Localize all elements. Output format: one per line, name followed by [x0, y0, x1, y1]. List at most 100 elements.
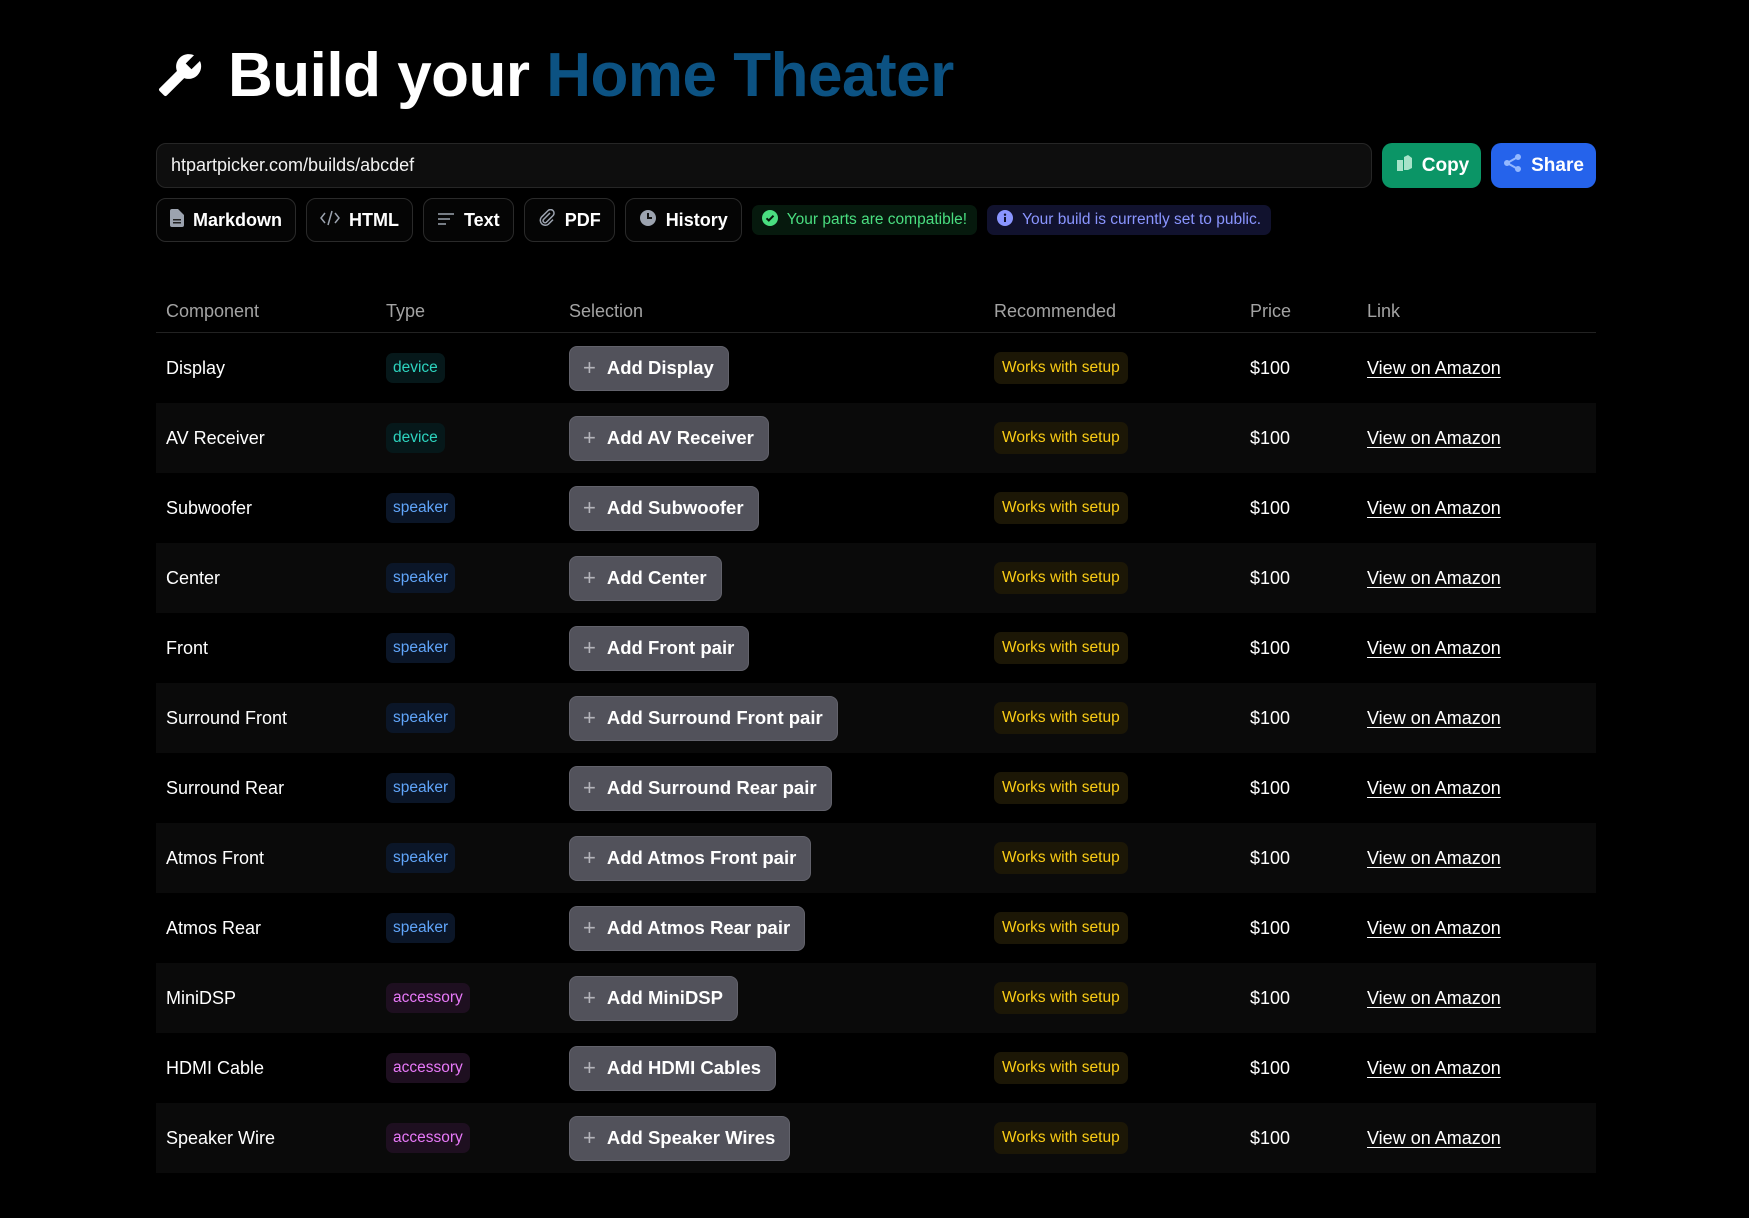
page-header: Build your Home Theater — [156, 38, 954, 112]
export-text-button[interactable]: Text — [423, 198, 514, 242]
amazon-link[interactable]: View on Amazon — [1367, 708, 1501, 728]
amazon-link[interactable]: View on Amazon — [1367, 1058, 1501, 1078]
amazon-link[interactable]: View on Amazon — [1367, 778, 1501, 798]
amazon-link[interactable]: View on Amazon — [1367, 848, 1501, 868]
table-row: Front speaker + Add Front pair Works with… — [156, 613, 1596, 683]
add-part-label: Add Front pair — [606, 637, 735, 658]
price: $100 — [1250, 357, 1291, 378]
add-part-button[interactable]: + Add Surround Rear pair — [569, 765, 832, 811]
plus-icon: + — [583, 985, 596, 1010]
component-name: Center — [166, 567, 221, 588]
price: $100 — [1250, 987, 1291, 1008]
export-pdf-button[interactable]: PDF — [523, 198, 615, 242]
amazon-link[interactable]: View on Amazon — [1367, 1128, 1501, 1148]
add-part-button[interactable]: + Add HDMI Cables — [569, 1045, 777, 1091]
type-badge: speaker — [386, 563, 456, 593]
amazon-link[interactable]: View on Amazon — [1367, 358, 1501, 378]
add-part-button[interactable]: + Add MiniDSP — [569, 975, 738, 1021]
table-row: Surround Front speaker + Add Surround Fro… — [156, 683, 1596, 753]
component-name: AV Receiver — [166, 427, 265, 448]
type-cell: accessory — [386, 1053, 569, 1083]
table-row: Surround Rear speaker + Add Surround Rear… — [156, 753, 1596, 823]
type-cell: speaker — [386, 703, 569, 733]
export-markdown-button[interactable]: Markdown — [156, 198, 297, 242]
add-part-button[interactable]: + Add Speaker Wires — [569, 1115, 791, 1161]
amazon-link[interactable]: View on Amazon — [1367, 918, 1501, 938]
type-cell: accessory — [386, 983, 569, 1013]
link-cell: View on Amazon — [1367, 428, 1596, 449]
type-badge: accessory — [386, 1123, 470, 1153]
table-row: MiniDSP accessory + Add MiniDSP Works wit… — [156, 963, 1596, 1033]
add-part-button[interactable]: + Add Subwoofer — [569, 485, 759, 531]
add-part-label: Add Display — [606, 357, 714, 378]
selection-cell: + Add Display — [569, 345, 994, 391]
amazon-link[interactable]: View on Amazon — [1367, 498, 1501, 518]
plus-icon: + — [583, 775, 596, 800]
export-html-button[interactable]: HTML — [306, 198, 413, 242]
add-part-button[interactable]: + Add Front pair — [569, 625, 750, 671]
plus-icon: + — [583, 1125, 596, 1150]
plus-icon: + — [583, 495, 596, 520]
amazon-link[interactable]: View on Amazon — [1367, 988, 1501, 1008]
recommended-cell: Works with setup — [994, 702, 1250, 734]
type-cell: speaker — [386, 493, 569, 523]
history-button[interactable]: History — [624, 198, 742, 242]
add-part-label: Add HDMI Cables — [606, 1057, 762, 1078]
share-url-row: Copy Share — [156, 143, 1596, 188]
build-url-input[interactable] — [156, 143, 1372, 188]
recommended-badge: Works with setup — [994, 982, 1128, 1014]
recommended-badge: Works with setup — [994, 842, 1128, 874]
add-part-label: Add Speaker Wires — [606, 1127, 776, 1148]
copy-button[interactable]: Copy — [1382, 143, 1481, 188]
recommended-cell: Works with setup — [994, 1122, 1250, 1154]
header-price: Price — [1250, 300, 1292, 321]
type-cell: accessory — [386, 1123, 569, 1153]
add-part-button[interactable]: + Add Display — [569, 345, 729, 391]
add-part-label: Add Atmos Rear pair — [606, 917, 791, 938]
component-name: Display — [166, 357, 226, 378]
clock-icon — [639, 209, 657, 232]
copy-icon — [1394, 153, 1414, 179]
table-row: HDMI Cable accessory + Add HDMI Cables Wo… — [156, 1033, 1596, 1103]
type-badge: speaker — [386, 843, 456, 873]
table-row: AV Receiver device + Add AV Receiver Work… — [156, 403, 1596, 473]
add-part-button[interactable]: + Add Center — [569, 555, 722, 601]
recommended-badge: Works with setup — [994, 422, 1128, 454]
add-part-button[interactable]: + Add AV Receiver — [569, 415, 769, 461]
header-recommended: Recommended — [994, 300, 1117, 321]
type-cell: speaker — [386, 633, 569, 663]
type-cell: speaker — [386, 563, 569, 593]
recommended-cell: Works with setup — [994, 1052, 1250, 1084]
add-part-button[interactable]: + Add Surround Front pair — [569, 695, 838, 741]
add-part-button[interactable]: + Add Atmos Front pair — [569, 835, 812, 881]
add-part-button[interactable]: + Add Atmos Rear pair — [569, 905, 806, 951]
export-toolbar: Markdown HTML Text PDF History Your part… — [156, 198, 1272, 242]
type-cell: speaker — [386, 843, 569, 873]
selection-cell: + Add MiniDSP — [569, 975, 994, 1021]
share-icon — [1503, 153, 1523, 179]
component-name: HDMI Cable — [166, 1057, 265, 1078]
recommended-badge: Works with setup — [994, 1052, 1128, 1084]
table-row: Subwoofer speaker + Add Subwoofer Works w… — [156, 473, 1596, 543]
amazon-link[interactable]: View on Amazon — [1367, 638, 1501, 658]
price: $100 — [1250, 847, 1291, 868]
selection-cell: + Add Atmos Front pair — [569, 835, 994, 881]
add-part-label: Add Subwoofer — [606, 497, 744, 518]
header-link: Link — [1367, 300, 1401, 321]
component-name: Atmos Rear — [166, 917, 262, 938]
recommended-badge: Works with setup — [994, 702, 1128, 734]
plus-icon: + — [583, 355, 596, 380]
amazon-link[interactable]: View on Amazon — [1367, 428, 1501, 448]
visibility-text: Your build is currently set to public. — [1022, 211, 1262, 228]
text-lines-icon — [437, 210, 455, 231]
document-icon — [170, 208, 184, 232]
recommended-cell: Works with setup — [994, 632, 1250, 664]
amazon-link[interactable]: View on Amazon — [1367, 568, 1501, 588]
link-cell: View on Amazon — [1367, 358, 1596, 379]
recommended-cell: Works with setup — [994, 562, 1250, 594]
type-badge: accessory — [386, 1053, 470, 1083]
share-button[interactable]: Share — [1491, 143, 1596, 188]
recommended-badge: Works with setup — [994, 492, 1128, 524]
add-part-label: Add AV Receiver — [606, 427, 754, 448]
price: $100 — [1250, 497, 1291, 518]
